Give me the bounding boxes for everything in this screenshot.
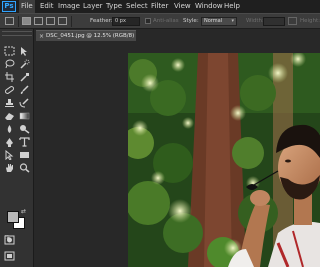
zoom-icon[interactable] bbox=[19, 163, 30, 173]
menu-file[interactable]: File bbox=[19, 0, 35, 13]
quick-selection-icon[interactable] bbox=[19, 59, 30, 69]
lasso-icon[interactable] bbox=[4, 59, 15, 69]
width-input[interactable] bbox=[263, 17, 285, 26]
marquee-icon[interactable] bbox=[4, 46, 15, 56]
rectangle-icon[interactable] bbox=[19, 150, 30, 160]
menu-help[interactable]: Help bbox=[224, 0, 240, 13]
pen-icon[interactable] bbox=[4, 137, 15, 147]
subtract-from-selection-icon[interactable] bbox=[46, 17, 55, 25]
options-separator bbox=[71, 16, 72, 27]
options-separator bbox=[18, 16, 19, 27]
menu-bar: Ps File Edit Image Layer Type Select Fil… bbox=[0, 0, 320, 13]
swap-dimensions-icon[interactable] bbox=[288, 17, 297, 25]
style-select[interactable]: Normal ▾ bbox=[201, 17, 237, 26]
new-selection-icon[interactable] bbox=[22, 17, 31, 25]
close-icon[interactable]: × bbox=[39, 32, 44, 41]
menu-window[interactable]: Window bbox=[195, 0, 223, 13]
tool-preset-icon[interactable] bbox=[5, 17, 14, 25]
default-colors-icon[interactable] bbox=[4, 225, 11, 241]
feather-label: Feather: bbox=[90, 18, 113, 24]
healing-icon[interactable] bbox=[4, 85, 15, 95]
foreground-color-swatch[interactable] bbox=[7, 211, 19, 223]
width-label: Width: bbox=[246, 18, 264, 24]
move-icon[interactable] bbox=[19, 46, 30, 56]
height-label: Height: bbox=[300, 18, 320, 24]
quick-mask-icon[interactable] bbox=[4, 235, 15, 245]
menu-layer[interactable]: Layer bbox=[83, 0, 103, 13]
blur-icon[interactable] bbox=[4, 124, 15, 134]
history-brush-icon[interactable] bbox=[19, 98, 30, 108]
menu-view[interactable]: View bbox=[174, 0, 191, 13]
swap-colors-icon[interactable]: ⇄ bbox=[21, 209, 27, 215]
menu-type[interactable]: Type bbox=[106, 0, 122, 13]
add-to-selection-icon[interactable] bbox=[34, 17, 43, 25]
clone-stamp-icon[interactable] bbox=[4, 98, 15, 108]
document-tab-bar: × DSC_0451.jpg @ 12.5% (RGB/8) bbox=[34, 29, 320, 41]
feather-input[interactable]: 0 px bbox=[112, 17, 140, 26]
tools-panel: ⇄ bbox=[0, 29, 34, 267]
menu-image[interactable]: Image bbox=[58, 0, 80, 13]
eyedropper-icon[interactable] bbox=[19, 72, 30, 82]
canvas-photo[interactable] bbox=[128, 53, 320, 267]
menu-filter[interactable]: Filter bbox=[151, 0, 168, 13]
menu-select[interactable]: Select bbox=[126, 0, 148, 13]
gradient-icon[interactable] bbox=[19, 111, 30, 121]
style-select-value: Normal bbox=[204, 18, 223, 24]
type-icon[interactable] bbox=[19, 137, 30, 147]
dodge-icon[interactable] bbox=[19, 124, 30, 134]
document-tab-title: DSC_0451.jpg @ 12.5% (RGB/8) bbox=[46, 33, 135, 39]
options-bar: Feather: 0 px Anti-alias Style: Normal ▾… bbox=[0, 13, 320, 29]
document-tab[interactable]: × DSC_0451.jpg @ 12.5% (RGB/8) bbox=[36, 30, 136, 41]
chevron-down-icon: ▾ bbox=[231, 18, 234, 24]
style-label: Style: bbox=[183, 18, 199, 24]
path-selection-icon[interactable] bbox=[4, 150, 15, 160]
antialias-checkbox[interactable] bbox=[145, 18, 151, 24]
hand-icon[interactable] bbox=[4, 163, 15, 173]
panel-grip[interactable] bbox=[2, 31, 32, 36]
crop-icon[interactable] bbox=[4, 72, 15, 82]
screen-mode-icon[interactable] bbox=[4, 251, 15, 261]
brush-icon[interactable] bbox=[19, 85, 30, 95]
antialias-label: Anti-alias bbox=[153, 18, 179, 24]
intersect-selection-icon[interactable] bbox=[58, 17, 67, 25]
eraser-icon[interactable] bbox=[4, 111, 15, 121]
photoshop-logo: Ps bbox=[2, 1, 16, 12]
menu-edit[interactable]: Edit bbox=[40, 0, 54, 13]
